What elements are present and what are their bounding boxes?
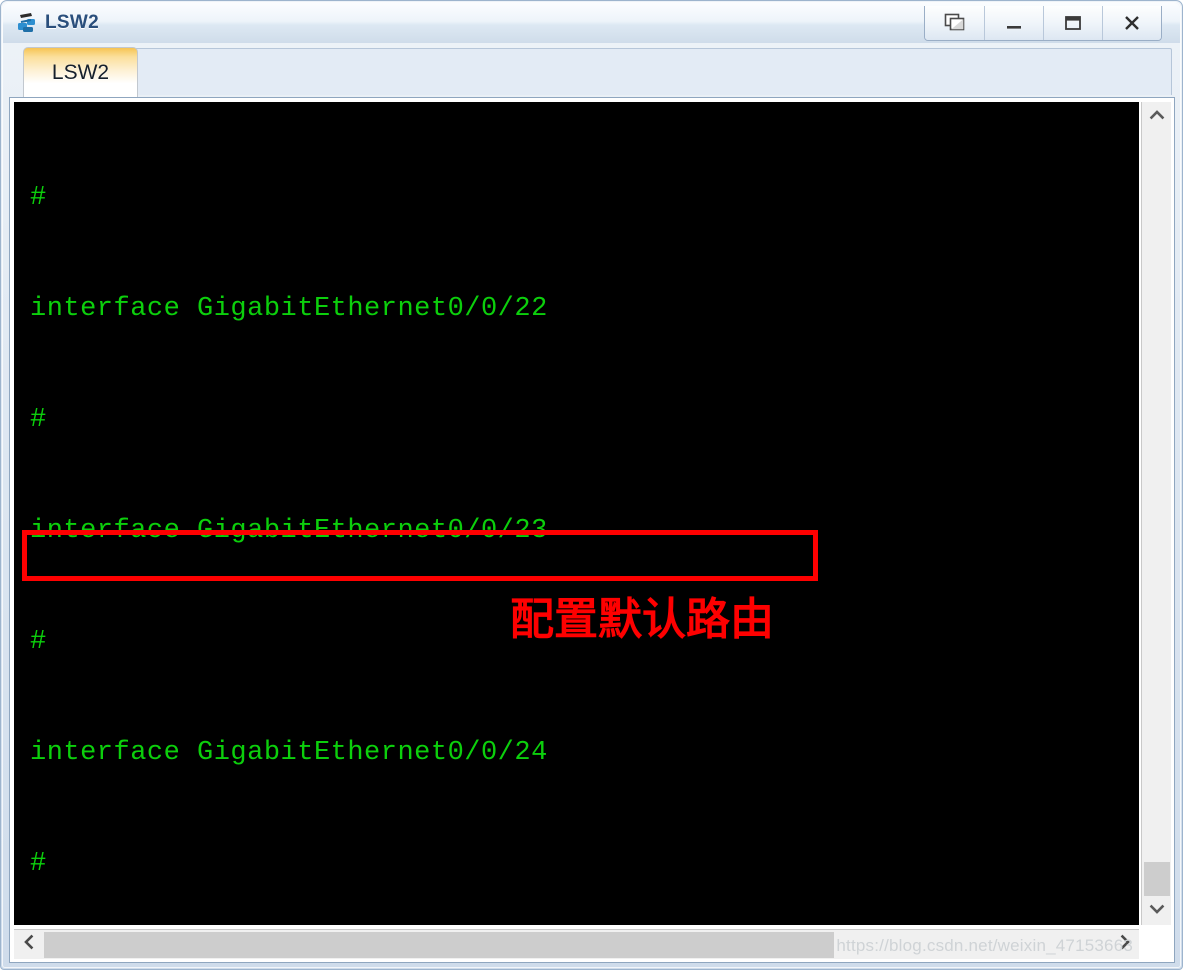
minimize-button[interactable]	[984, 6, 1043, 40]
tab-strip-background	[121, 48, 1172, 95]
terminal-frame: # interface GigabitEthernet0/0/22 # inte…	[9, 97, 1175, 963]
close-button[interactable]	[1102, 6, 1161, 40]
scroll-left-button[interactable]	[14, 930, 43, 959]
terminal-window: LSW2 LSW2 # interface GigabitEthernet0/0…	[0, 0, 1183, 970]
tab-strip: LSW2	[9, 45, 1174, 97]
terminal-line: #	[30, 405, 47, 435]
title-bar[interactable]: LSW2	[3, 3, 1180, 43]
horizontal-scroll-thumb[interactable]	[44, 932, 834, 958]
vertical-scrollbar[interactable]	[1141, 102, 1171, 925]
terminal-line: interface GigabitEthernet0/0/23	[30, 516, 548, 546]
terminal-line: interface GigabitEthernet0/0/22	[30, 294, 548, 324]
watermark-text: https://blog.csdn.net/weixin_47153663	[836, 936, 1133, 955]
tab-label: LSW2	[51, 60, 110, 84]
close-icon	[1121, 13, 1143, 33]
terminal-output[interactable]: # interface GigabitEthernet0/0/22 # inte…	[14, 102, 1139, 925]
maximize-button[interactable]	[1043, 6, 1102, 40]
cascade-windows-icon	[944, 13, 966, 33]
restore-cascade-button[interactable]	[925, 6, 984, 40]
annotation-note: 配置默认路由	[510, 594, 774, 645]
terminal-line: #	[30, 849, 47, 879]
chevron-down-icon	[1149, 902, 1165, 920]
terminal-text: # interface GigabitEthernet0/0/22 # inte…	[30, 106, 1139, 925]
maximize-icon	[1062, 13, 1084, 33]
minimize-icon	[1003, 13, 1025, 33]
chevron-left-icon	[23, 934, 35, 955]
window-controls	[924, 6, 1162, 41]
terminal-line: interface GigabitEthernet0/0/24	[30, 738, 548, 768]
scroll-up-button[interactable]	[1142, 102, 1171, 131]
scroll-down-button[interactable]	[1142, 896, 1171, 925]
horizontal-scrollbar[interactable]: https://blog.csdn.net/weixin_47153663	[14, 929, 1139, 959]
chevron-up-icon	[1149, 108, 1165, 126]
switch-icon	[15, 10, 41, 36]
terminal-line: #	[30, 183, 47, 213]
window-title: LSW2	[45, 12, 99, 33]
tab-lsw2[interactable]: LSW2	[23, 47, 138, 97]
